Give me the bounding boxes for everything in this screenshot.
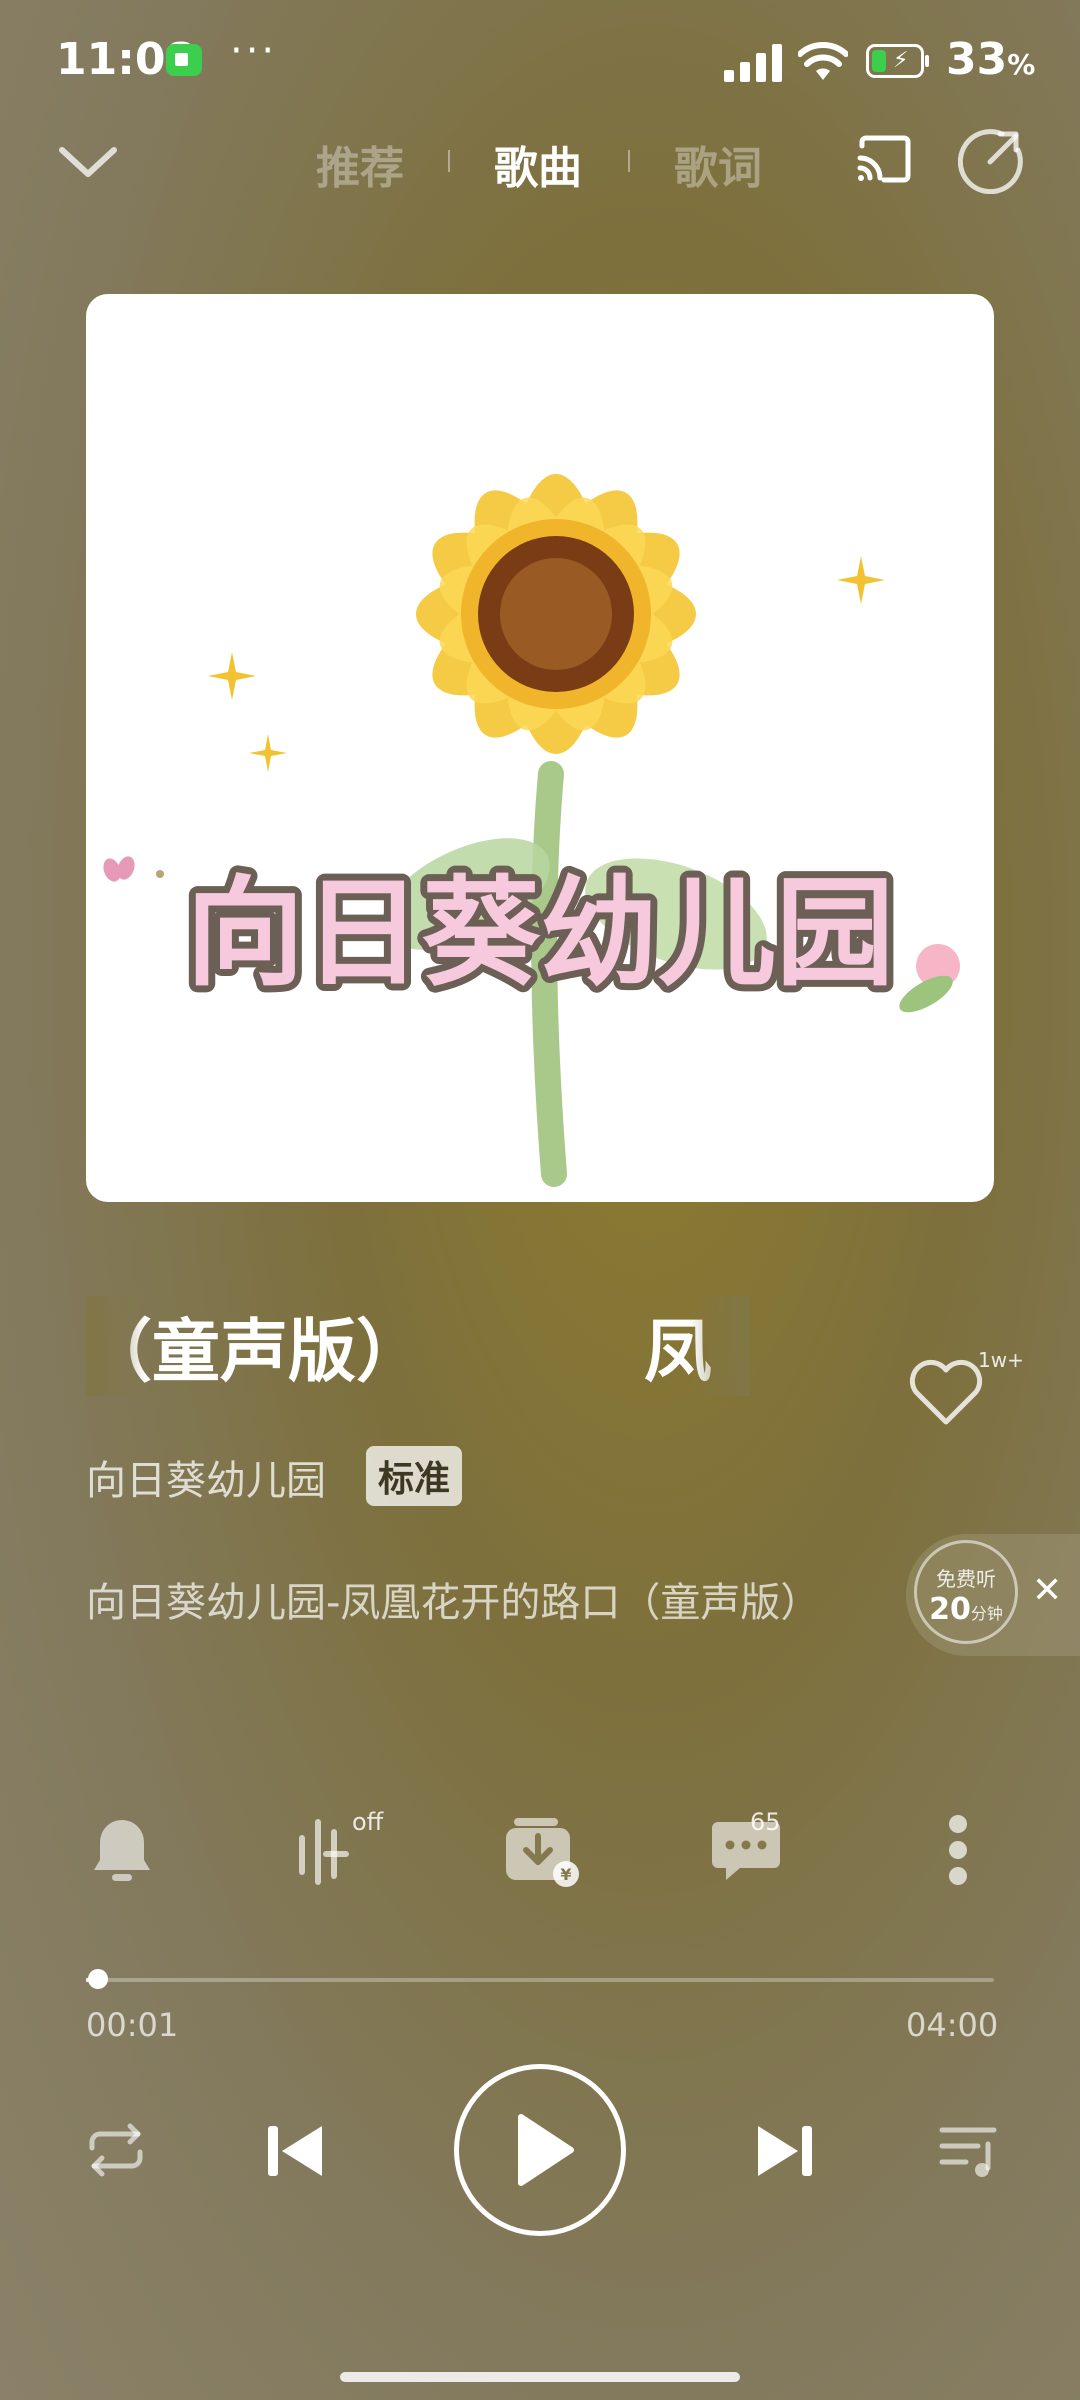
tab-lyrics[interactable]: 歌词: [674, 132, 762, 196]
next-track-icon[interactable]: [752, 2118, 818, 2184]
cast-icon[interactable]: [854, 132, 914, 188]
more-vertical-icon[interactable]: [918, 1810, 998, 1890]
comment-count: 65: [750, 1808, 781, 1836]
tab-divider: [628, 150, 630, 172]
download-icon[interactable]: ¥: [500, 1810, 580, 1890]
bell-icon[interactable]: [82, 1810, 162, 1890]
artist-name[interactable]: 向日葵幼儿园: [86, 1448, 326, 1506]
free-listen-badge[interactable]: 免费听 20分钟: [914, 1540, 1018, 1644]
album-art-text-fill: 向日葵幼儿园: [186, 864, 894, 1002]
current-time: 00:01: [86, 2006, 179, 2044]
progress-track[interactable]: [86, 1978, 994, 1982]
title-fade-right: [690, 1296, 750, 1396]
playlist-icon[interactable]: [936, 2120, 1002, 2180]
collapse-chevron-icon[interactable]: [56, 130, 120, 194]
wifi-icon: [798, 42, 848, 80]
repeat-icon[interactable]: [82, 2120, 150, 2180]
tab-divider: [448, 150, 450, 172]
tab-recommend[interactable]: 推荐: [316, 132, 404, 196]
battery-icon: ⚡: [866, 44, 924, 78]
total-time: 04:00: [906, 2006, 999, 2044]
song-full-title: 向日葵幼儿园-凤凰花开的路口（童声版）: [86, 1580, 821, 1626]
previous-track-icon[interactable]: [262, 2118, 328, 2184]
quality-badge[interactable]: 标准: [366, 1446, 463, 1506]
battery-cap: [925, 55, 929, 67]
progress-knob[interactable]: [87, 1969, 108, 1989]
signal-icon: [724, 44, 782, 82]
battery-percent: 33%: [946, 34, 1036, 85]
free-listen-unit: 分钟: [970, 1604, 1003, 1623]
song-title-marquee: 口（童声版）凤: [86, 1296, 746, 1396]
free-listen-minutes: 20: [929, 1592, 971, 1627]
more-status-icon: ···: [230, 28, 278, 74]
album-cover: 向日葵幼儿园 向日葵幼儿园: [86, 294, 994, 1202]
tab-song[interactable]: 歌曲: [494, 132, 582, 196]
play-icon: [518, 2114, 574, 2186]
album-artwork: 向日葵幼儿园 向日葵幼儿园: [103, 474, 960, 1187]
facetime-icon: [166, 44, 202, 76]
close-icon[interactable]: ✕: [1032, 1570, 1062, 1611]
svg-text:¥: ¥: [560, 1865, 571, 1884]
free-listen-label: 免费听: [936, 1567, 996, 1591]
play-button[interactable]: [454, 2064, 626, 2236]
home-indicator[interactable]: [340, 2372, 740, 2382]
sound-effect-state: off: [352, 1808, 384, 1836]
like-count: 1w+: [978, 1348, 1024, 1372]
title-fade-left: [86, 1296, 146, 1396]
heart-icon[interactable]: [904, 1350, 988, 1434]
share-icon[interactable]: [958, 128, 1024, 194]
